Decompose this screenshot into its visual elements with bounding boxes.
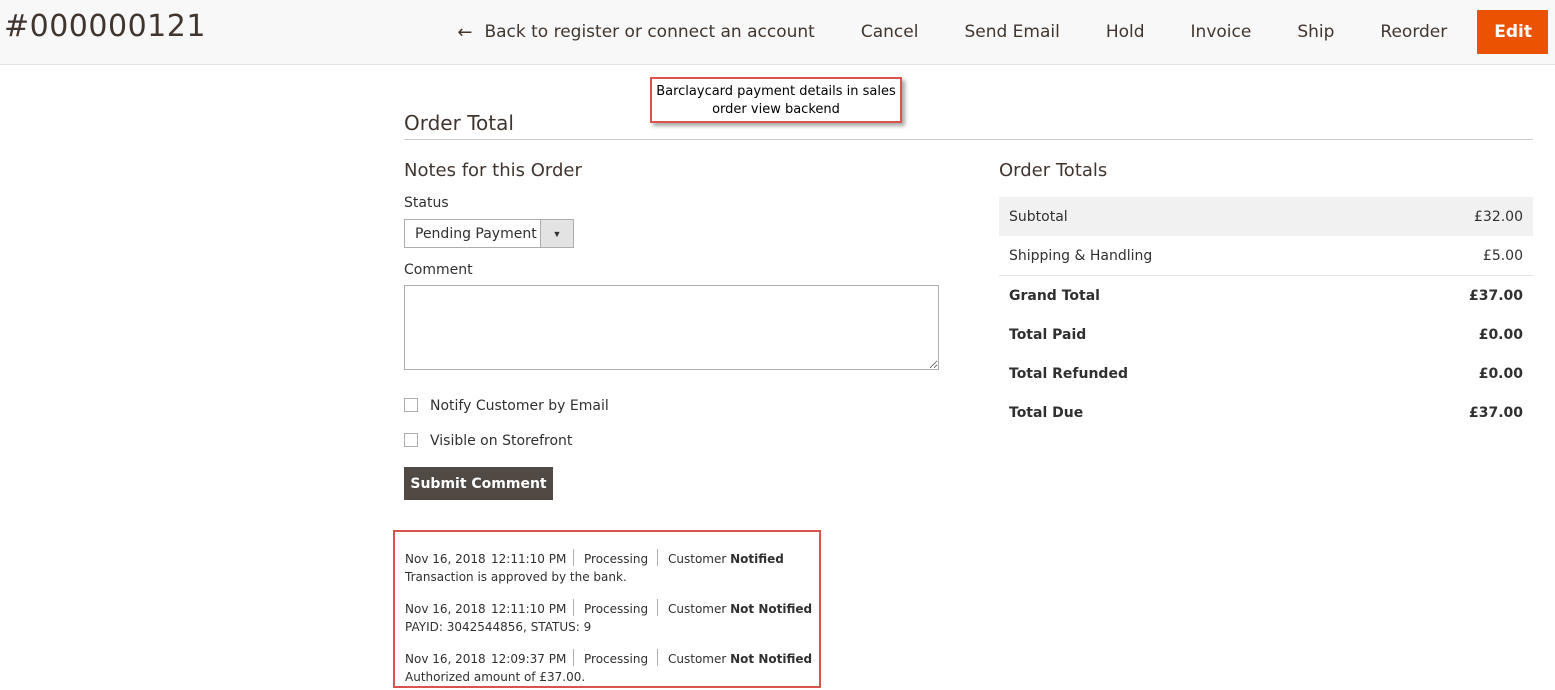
visible-storefront-checkbox[interactable] <box>404 433 418 447</box>
status-select-value: Pending Payment <box>415 226 537 242</box>
history-status: Processing <box>584 552 649 566</box>
totals-row-grand-total: Grand Total £37.00 <box>999 276 1533 315</box>
history-comment: Transaction is approved by the bank. <box>405 570 627 584</box>
totals-amount: £0.00 <box>1478 366 1523 382</box>
callout-line-1: Barclaycard payment details in sales <box>656 84 896 99</box>
annotation-callout: Barclaycard payment details in sales ord… <box>650 77 902 123</box>
history-notified: Not Notified <box>730 652 813 666</box>
history-notified: Not Notified <box>730 602 813 616</box>
history-separator <box>573 649 574 666</box>
history-separator <box>657 649 658 666</box>
order-totals-table: Subtotal £32.00 Shipping & Handling £5.0… <box>999 197 1533 432</box>
visible-storefront-label: Visible on Storefront <box>430 433 573 449</box>
history-separator <box>573 599 574 616</box>
action-bar: ← Back to register or connect an account… <box>434 0 1548 64</box>
totals-row-total-due: Total Due £37.00 <box>999 393 1533 432</box>
edit-button[interactable]: Edit <box>1477 10 1548 54</box>
history-status: Processing <box>584 652 649 666</box>
totals-amount: £0.00 <box>1478 327 1523 343</box>
history-customer: Customer Not Notified <box>668 652 812 666</box>
totals-row-subtotal: Subtotal £32.00 <box>999 197 1533 236</box>
history-customer-label: Customer <box>668 552 727 566</box>
order-totals-title: Order Totals <box>999 160 1108 181</box>
totals-label: Total Refunded <box>1009 366 1128 382</box>
notes-title: Notes for this Order <box>404 160 582 181</box>
status-select[interactable]: Pending Payment ▼ <box>404 219 574 248</box>
ship-button[interactable]: Ship <box>1274 22 1357 42</box>
history-separator <box>573 549 574 566</box>
arrow-left-icon: ← <box>457 21 473 43</box>
history-time: 12:11:10 PM <box>491 552 567 566</box>
send-email-button[interactable]: Send Email <box>941 22 1082 42</box>
status-label: Status <box>404 195 449 211</box>
history-customer: Customer Not Notified <box>668 602 812 616</box>
history-customer: Customer Notified <box>668 552 784 566</box>
reorder-button[interactable]: Reorder <box>1357 22 1470 42</box>
history-date: Nov 16, 2018 <box>405 652 486 666</box>
history-comment: Authorized amount of £37.00. <box>405 670 586 684</box>
history-time: 12:09:37 PM <box>491 652 567 666</box>
totals-row-shipping: Shipping & Handling £5.00 <box>999 236 1533 276</box>
history-separator <box>657 599 658 616</box>
submit-comment-button[interactable]: Submit Comment <box>404 467 553 500</box>
cancel-button[interactable]: Cancel <box>838 22 942 42</box>
history-customer-label: Customer <box>668 652 727 666</box>
history-time: 12:11:10 PM <box>491 602 567 616</box>
totals-amount: £5.00 <box>1482 248 1523 264</box>
totals-amount: £32.00 <box>1474 209 1523 225</box>
totals-row-total-refunded: Total Refunded £0.00 <box>999 354 1533 393</box>
totals-label: Grand Total <box>1009 288 1100 304</box>
history-status: Processing <box>584 602 649 616</box>
comment-history: Nov 16, 2018 12:11:10 PM Processing Cust… <box>393 530 821 688</box>
totals-amount: £37.00 <box>1468 288 1523 304</box>
invoice-button[interactable]: Invoice <box>1168 22 1275 42</box>
history-separator <box>657 549 658 566</box>
section-divider <box>404 139 1533 140</box>
order-id-title: #000000121 <box>4 9 206 44</box>
comment-textarea[interactable] <box>404 285 939 370</box>
notify-customer-checkbox[interactable] <box>404 398 418 412</box>
totals-label: Shipping & Handling <box>1009 248 1153 264</box>
history-date: Nov 16, 2018 <box>405 552 486 566</box>
history-date: Nov 16, 2018 <box>405 602 486 616</box>
totals-amount: £37.00 <box>1468 405 1523 421</box>
back-button-label: Back to register or connect an account <box>484 22 815 42</box>
history-customer-label: Customer <box>668 602 727 616</box>
back-button[interactable]: ← Back to register or connect an account <box>434 22 838 43</box>
callout-line-2: order view backend <box>712 102 840 117</box>
history-notified: Notified <box>730 552 784 566</box>
notify-customer-label: Notify Customer by Email <box>430 398 609 414</box>
comment-label: Comment <box>404 262 473 278</box>
totals-label: Total Paid <box>1009 327 1087 343</box>
chevron-down-icon: ▼ <box>540 220 573 247</box>
totals-row-total-paid: Total Paid £0.00 <box>999 315 1533 354</box>
section-title: Order Total <box>404 111 514 135</box>
totals-label: Subtotal <box>1009 209 1068 225</box>
history-comment: PAYID: 3042544856, STATUS: 9 <box>405 620 592 634</box>
totals-label: Total Due <box>1009 405 1084 421</box>
hold-button[interactable]: Hold <box>1083 22 1168 42</box>
page-header: #000000121 ← Back to register or connect… <box>0 0 1555 65</box>
